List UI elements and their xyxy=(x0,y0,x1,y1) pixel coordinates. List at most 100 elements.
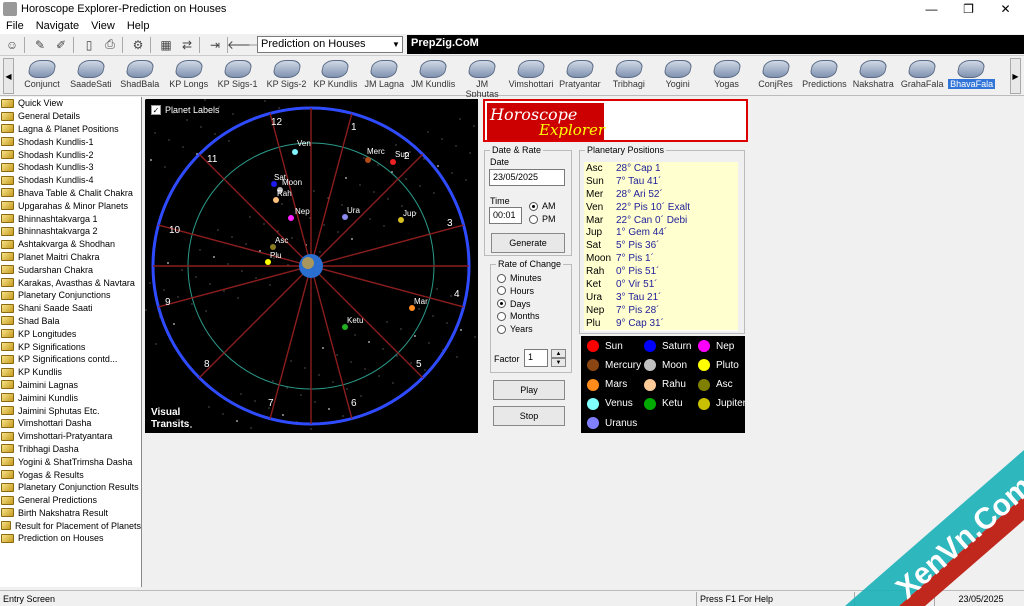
tree-item[interactable]: General Details xyxy=(0,110,141,123)
module-button[interactable]: GrahaFala xyxy=(899,58,945,94)
stop-button[interactable]: Stop xyxy=(493,406,565,426)
rate-option-hours[interactable]: Hours xyxy=(497,286,534,296)
module-button[interactable]: KP Kundlis xyxy=(312,58,358,94)
settings-icon[interactable]: ⚙ xyxy=(129,36,147,54)
module-button[interactable]: Vimshottari xyxy=(508,58,554,94)
tree-item[interactable]: KP Significations xyxy=(0,340,141,353)
module-button[interactable]: Nakshatra xyxy=(850,58,896,94)
module-button[interactable]: JM Lagna xyxy=(361,58,407,94)
tree-item[interactable]: Result for Placement of Planets xyxy=(0,519,141,532)
tree-item[interactable]: Bhinnashtakvarga 1 xyxy=(0,212,141,225)
module-button[interactable]: SaadeSati xyxy=(68,58,114,94)
tree-item[interactable]: Planetary Conjunction Results xyxy=(0,481,141,494)
tree-item[interactable]: KP Longitudes xyxy=(0,327,141,340)
checkbox-icon[interactable]: ✓ xyxy=(151,105,161,115)
tree-item[interactable]: Sudarshan Chakra xyxy=(0,263,141,276)
menu-navigate[interactable]: Navigate xyxy=(30,20,85,32)
tree-item[interactable]: Planet Maitri Chakra xyxy=(0,251,141,264)
chart-icon[interactable]: ▦ xyxy=(157,36,175,54)
tree-item[interactable]: General Predictions xyxy=(0,494,141,507)
rate-option-months[interactable]: Months xyxy=(497,311,540,321)
tree-item[interactable]: Ashtakvarga & Shodhan xyxy=(0,238,141,251)
date-rate-title: Date & Rate xyxy=(492,145,542,155)
tree-item[interactable]: Tribhagi Dasha xyxy=(0,443,141,456)
tree-item[interactable]: Lagna & Planet Positions xyxy=(0,123,141,136)
module-button[interactable]: Tribhagi xyxy=(606,58,652,94)
menu-help[interactable]: Help xyxy=(121,20,156,32)
planet-labels-checkbox[interactable]: ✓ Planet Labels xyxy=(151,105,220,115)
close-button[interactable]: ✕ xyxy=(987,0,1024,18)
tree-item[interactable]: Shad Bala xyxy=(0,315,141,328)
tree-item[interactable]: Karakas, Avasthas & Navtara xyxy=(0,276,141,289)
status-time: AM xyxy=(854,592,934,606)
module-button[interactable]: JM Kundlis xyxy=(410,58,456,94)
play-button[interactable]: Play xyxy=(493,380,565,400)
module-button[interactable]: ConjRes xyxy=(753,58,799,94)
am-radio[interactable]: AM xyxy=(529,201,556,211)
tree-item[interactable]: Yogas & Results xyxy=(0,468,141,481)
factor-down-icon[interactable]: ▼ xyxy=(551,358,566,367)
tree-item[interactable]: Planetary Conjunctions xyxy=(0,289,141,302)
pm-radio[interactable]: PM xyxy=(529,214,556,224)
date-input[interactable]: 23/05/2025 xyxy=(489,169,565,186)
scroll-icon xyxy=(564,60,595,78)
tree-item[interactable]: Shodash Kundlis-2 xyxy=(0,148,141,161)
tree-item[interactable]: Prediction on Houses xyxy=(0,532,141,545)
factor-up-icon[interactable]: ▲ xyxy=(551,349,566,358)
module-button[interactable]: KP Sigs-1 xyxy=(215,58,261,94)
tree-item[interactable]: Bhinnashtakvarga 2 xyxy=(0,225,141,238)
position-row: Nep 7° Pis 28´ xyxy=(584,303,738,317)
open-icon[interactable]: ✎ xyxy=(31,36,49,54)
tree-item[interactable]: Jaimini Sphutas Etc. xyxy=(0,404,141,417)
module-button[interactable]: ShadBala xyxy=(117,58,163,94)
tree-item[interactable]: Shani Saade Saati xyxy=(0,302,141,315)
tree-item[interactable]: Bhava Table & Chalit Chakra xyxy=(0,187,141,200)
star xyxy=(456,356,458,358)
rate-option-minutes[interactable]: Minutes xyxy=(497,273,542,283)
scroll-right-icon[interactable]: ▶ xyxy=(1010,58,1021,94)
person-icon[interactable]: ☺ xyxy=(3,36,21,54)
tree-item[interactable]: Shodash Kundlis-1 xyxy=(0,135,141,148)
module-button[interactable]: KP Longs xyxy=(166,58,212,94)
module-button[interactable]: BhavaFala xyxy=(948,58,996,94)
tree-item[interactable]: Jaimini Lagnas xyxy=(0,379,141,392)
factor-input[interactable]: 1 xyxy=(524,349,548,367)
tree-item[interactable]: Shodash Kundlis-3 xyxy=(0,161,141,174)
new-document-icon[interactable]: ▯ xyxy=(80,36,98,54)
chevron-down-icon[interactable]: ▼ xyxy=(390,37,402,52)
tree-item[interactable]: Vimshottari Dasha xyxy=(0,417,141,430)
edit-icon[interactable]: ✐ xyxy=(52,36,70,54)
transfer-icon[interactable]: ⇄ xyxy=(178,36,196,54)
tree-item[interactable]: Upgarahas & Minor Planets xyxy=(0,199,141,212)
rate-option-years[interactable]: Years xyxy=(497,324,533,334)
menu-file[interactable]: File xyxy=(0,20,30,32)
minimize-button[interactable]: — xyxy=(913,0,950,18)
tree-item[interactable]: Yogini & ShatTrimsha Dasha xyxy=(0,455,141,468)
maximize-button[interactable]: ❐ xyxy=(950,0,987,18)
scroll-left-icon[interactable]: ◀ xyxy=(3,58,14,94)
tree-item[interactable]: Shodash Kundlis-4 xyxy=(0,174,141,187)
tree-item[interactable]: KP Kundlis xyxy=(0,366,141,379)
print-icon[interactable]: ⎙ xyxy=(101,36,119,54)
module-button[interactable]: JM Sphutas xyxy=(459,58,505,99)
tree-item[interactable]: Birth Nakshatra Result xyxy=(0,507,141,520)
tree-item[interactable]: KP Significations contd... xyxy=(0,353,141,366)
tree-item[interactable]: Jaimini Kundlis xyxy=(0,391,141,404)
generate-button[interactable]: Generate xyxy=(491,233,565,253)
tree-item[interactable]: Quick View xyxy=(0,97,141,110)
time-input[interactable]: 00:01 xyxy=(489,207,522,224)
module-button[interactable]: KP Sigs-2 xyxy=(264,58,310,94)
tree-item[interactable]: Vimshottari-Pratyantara xyxy=(0,430,141,443)
rate-option-days[interactable]: Days xyxy=(497,299,531,309)
tree-item-label: Upgarahas & Minor Planets xyxy=(18,200,129,211)
page-select[interactable]: Prediction on Houses ▼ xyxy=(257,36,403,53)
menu-view[interactable]: View xyxy=(85,20,121,32)
module-button[interactable]: Pratyantar xyxy=(557,58,603,94)
toolbar-separator xyxy=(199,36,200,53)
module-button[interactable]: Yogas xyxy=(704,58,750,94)
module-button[interactable]: Conjunct xyxy=(19,58,65,94)
module-button[interactable]: Yogini xyxy=(655,58,701,94)
exit-icon[interactable]: ⇥ xyxy=(206,36,224,54)
module-button[interactable]: Predictions xyxy=(801,58,847,94)
tree-item-label: Planetary Conjunctions xyxy=(18,290,111,301)
